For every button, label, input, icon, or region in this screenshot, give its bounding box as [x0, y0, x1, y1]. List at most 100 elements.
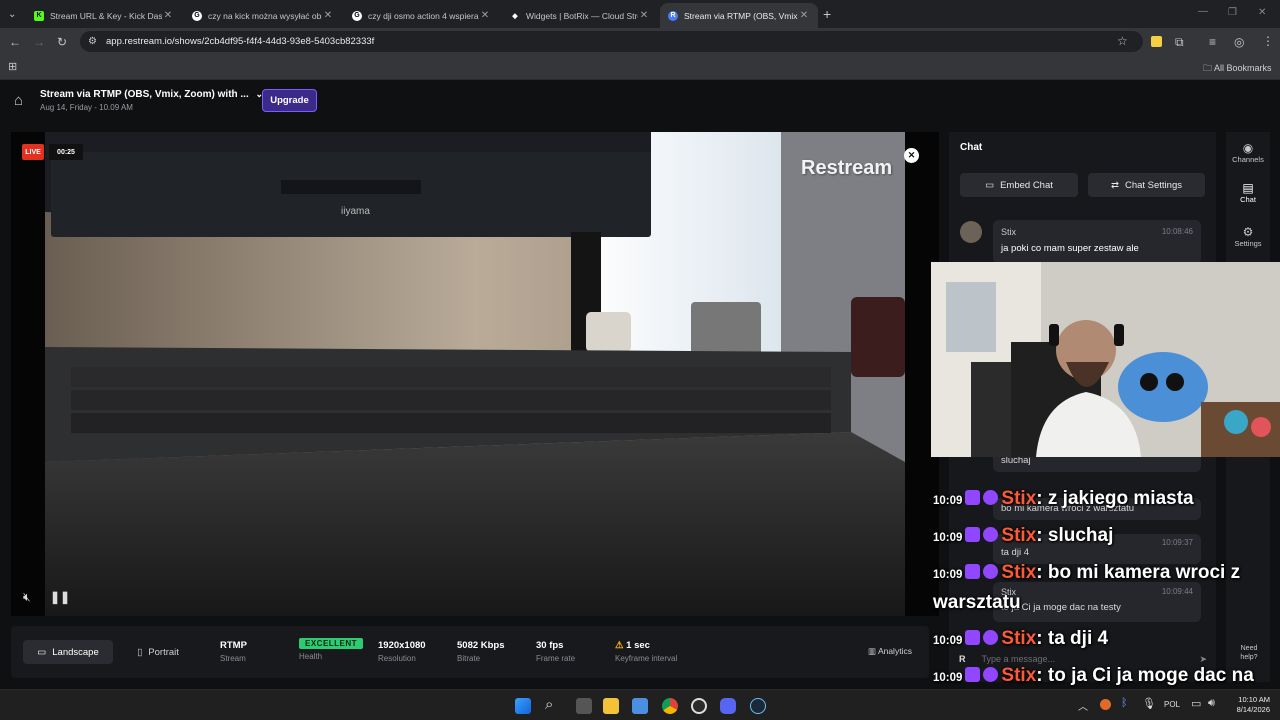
close-window-icon[interactable]: ✕: [1258, 7, 1266, 19]
rail-chat[interactable]: ▤ Chat: [1226, 181, 1270, 204]
need-help-button[interactable]: Need help?: [1236, 644, 1262, 662]
portrait-button[interactable]: ▯ Portrait: [123, 640, 193, 664]
tab-google-search-2[interactable]: G czy dji osmo action 4 wspiera ✕: [344, 3, 499, 28]
upgrade-button[interactable]: Upgrade: [262, 89, 317, 112]
extensions-puzzle-icon[interactable]: ⧉: [1175, 36, 1184, 48]
new-tab-icon[interactable]: +: [823, 7, 831, 21]
chat-timestamp: 10:09:44: [1161, 587, 1193, 596]
landscape-label: Landscape: [52, 646, 99, 658]
overlay-time: 10:09: [933, 635, 963, 647]
site-info-icon[interactable]: ⚙: [88, 36, 97, 48]
tray-chevron-icon[interactable]: ︿: [1078, 698, 1088, 713]
tab-kick-dashboard[interactable]: K Stream URL & Key - Kick Dashboard ✕: [26, 3, 182, 28]
file-explorer-icon[interactable]: [603, 698, 619, 714]
all-bookmarks-label: All Bookmarks: [1214, 63, 1272, 73]
close-tab-icon[interactable]: ✕: [162, 10, 174, 21]
overlay-time: 10:09: [933, 569, 963, 581]
stat-value: 1920x1080: [378, 640, 426, 651]
bookmark-star-icon[interactable]: ☆: [1117, 35, 1128, 47]
apps-grid-icon[interactable]: ⊞: [8, 61, 17, 73]
folder-icon: 🗀: [1203, 63, 1215, 73]
task-view-icon[interactable]: [576, 698, 592, 714]
windows-start-icon[interactable]: [515, 698, 531, 714]
bookmarks-bar: ⊞ 🗀 All Bookmarks: [0, 55, 1280, 80]
rail-settings-label: Settings: [1234, 239, 1262, 248]
chrome-icon[interactable]: [662, 698, 678, 714]
overlay-chat-line: 10:09 Stix: bo mi kamera wroci z: [933, 562, 1240, 586]
url-text: app.restream.io/shows/2cb4df95-f4f4-44d3…: [106, 36, 375, 47]
rail-settings[interactable]: ⚙ Settings: [1226, 225, 1270, 248]
microphone-icon[interactable]: 🎙︎: [1142, 697, 1156, 710]
bar-chart-icon: ▥: [868, 646, 878, 656]
landscape-button[interactable]: ▭ Landscape: [23, 640, 113, 664]
store-icon[interactable]: [632, 698, 648, 714]
media-controls-icon[interactable]: ≡: [1209, 36, 1216, 48]
clock[interactable]: 10:10 AM 8/14/2026: [1228, 695, 1270, 715]
stat-resolution: 1920x1080 Resolution: [378, 640, 426, 663]
tab-search-icon[interactable]: ⌄: [8, 9, 16, 21]
embed-chat-label: Embed Chat: [1000, 179, 1053, 191]
extension-icon[interactable]: [1151, 36, 1162, 47]
send-icon[interactable]: ➤: [1199, 654, 1207, 665]
stat-label: Health: [299, 652, 323, 661]
verified-badge-icon: [983, 630, 999, 645]
close-tab-icon[interactable]: ✕: [638, 10, 650, 21]
minimize-window-icon[interactable]: —: [1198, 6, 1208, 18]
discord-icon[interactable]: [720, 698, 736, 714]
stat-value: 5082 Kbps: [457, 640, 505, 651]
language-indicator[interactable]: POL: [1164, 700, 1180, 709]
forward-icon[interactable]: →: [33, 36, 45, 48]
browser-menu-icon[interactable]: ⋮: [1262, 35, 1274, 47]
close-tab-icon[interactable]: ✕: [479, 10, 491, 21]
browser-tab-strip: ⌄ K Stream URL & Key - Kick Dashboard ✕ …: [0, 0, 1280, 28]
close-preview-icon[interactable]: ✕: [904, 148, 919, 163]
network-icon[interactable]: ▭: [1191, 697, 1201, 710]
live-badge: LIVE: [22, 144, 44, 160]
twitch-badge-icon: [965, 527, 981, 542]
stream-preview[interactable]: LIVE 00:25 Restream iiyama ✕ 🔇︎ ❚❚: [11, 132, 939, 616]
close-tab-icon[interactable]: ✕: [322, 10, 334, 21]
embed-chat-button[interactable]: ▭ Embed Chat: [960, 173, 1078, 197]
overlay-time: 10:09: [933, 532, 963, 544]
chat-settings-button[interactable]: ⇄ Chat Settings: [1088, 173, 1205, 197]
profile-avatar-icon[interactable]: ◎: [1234, 36, 1244, 48]
back-icon[interactable]: ←: [9, 36, 21, 48]
maximize-window-icon[interactable]: ❐: [1228, 7, 1237, 19]
tab-label: Stream URL & Key - Kick Dashboard: [50, 10, 162, 21]
address-bar[interactable]: ⚙ app.restream.io/shows/2cb4df95-f4f4-44…: [80, 31, 1143, 52]
show-title[interactable]: Stream via RTMP (OBS, Vmix, Zoom) with .…: [40, 89, 263, 100]
volume-icon[interactable]: 🔊︎: [1208, 697, 1215, 710]
tab-google-search-1[interactable]: G czy na kick można wysyłać obraz ✕: [184, 3, 342, 28]
tray-app-icon[interactable]: [1100, 699, 1111, 710]
keyframe-value-row: ⚠ 1 sec: [615, 640, 677, 651]
overlay-time: 10:09: [933, 672, 963, 684]
chat-message: Stix 10:08:46 ja poki co mam super zesta…: [993, 220, 1201, 264]
steam-icon[interactable]: [750, 698, 766, 714]
tab-restream-rtmp[interactable]: R Stream via RTMP (OBS, Vmix, Zoom) ✕: [660, 3, 818, 28]
tab-botrix-widgets[interactable]: ◆ Widgets | BotRix — Cloud Stream ✕: [502, 3, 658, 28]
overlay-text: : to ja Ci ja moge dac na: [1036, 665, 1254, 686]
rail-channels[interactable]: ◉ Channels: [1226, 141, 1270, 164]
overlay-username: Stix: [1001, 525, 1037, 546]
analytics-button[interactable]: ▥ Analytics: [868, 646, 912, 657]
stat-value: 1 sec: [626, 640, 650, 651]
obs-icon[interactable]: [691, 698, 707, 714]
overlay-chat-line: 10:09 Stix: to ja Ci ja moge dac na: [933, 665, 1254, 689]
bluetooth-icon[interactable]: ᛒ: [1121, 697, 1128, 709]
channels-icon: ◉: [1242, 141, 1254, 155]
close-tab-icon[interactable]: ✕: [798, 10, 810, 21]
stat-framerate: 30 fps Frame rate: [536, 640, 575, 663]
search-icon[interactable]: ⌕: [545, 696, 553, 713]
stat-value: 30 fps: [536, 640, 564, 651]
home-icon[interactable]: ⌂: [14, 92, 23, 109]
rail-channels-label: Channels: [1232, 155, 1264, 164]
app-header: ⌂ Stream via RTMP (OBS, Vmix, Zoom) with…: [0, 81, 1280, 121]
reload-icon[interactable]: ↻: [57, 36, 67, 48]
twitch-badge-icon: [965, 630, 981, 645]
chat-input-placeholder: Type a message...: [981, 654, 1056, 664]
windows-taskbar: ⌕ ︿ ᛒ 🎙︎ POL ▭ 🔊︎ 10:10 AM 8/14/2026: [0, 689, 1280, 720]
all-bookmarks-button[interactable]: 🗀 All Bookmarks: [1203, 61, 1272, 77]
overlay-chat-line: 10:09 Stix: ta dji 4: [933, 628, 1108, 652]
mute-icon[interactable]: 🔇︎: [23, 590, 31, 605]
pause-icon[interactable]: ❚❚: [50, 590, 70, 604]
